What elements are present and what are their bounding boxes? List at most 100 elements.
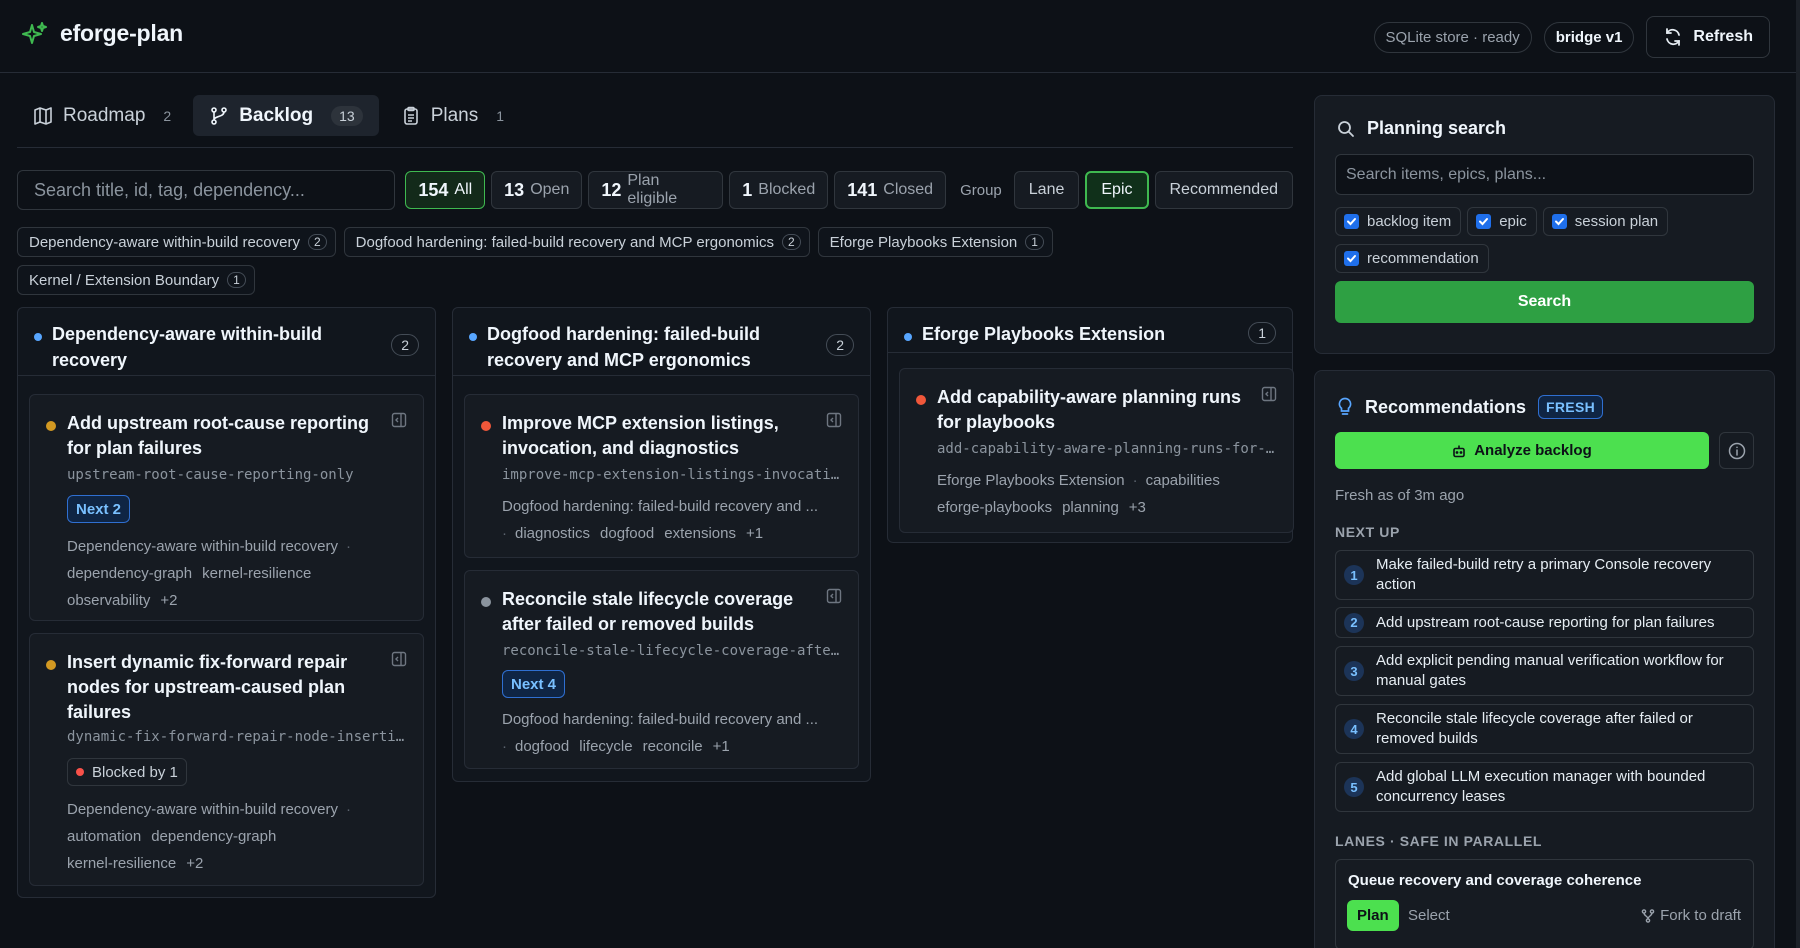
brand: eforge-plan — [22, 20, 183, 47]
recommendation-item[interactable]: 2 Add upstream root-cause reporting for … — [1335, 607, 1754, 638]
robot-icon — [1452, 444, 1466, 458]
fresh-badge: FRESH — [1538, 395, 1603, 419]
select-button[interactable]: Select — [1408, 900, 1450, 931]
column-header: Eforge Playbooks Extension 1 — [888, 308, 1292, 353]
tag: kernel-resilience — [67, 855, 177, 872]
type-checkbox-backlog-item[interactable]: backlog item — [1335, 207, 1462, 236]
fork-to-draft-button[interactable]: Fork to draft — [1641, 900, 1741, 931]
type-checkbox-recommendation[interactable]: recommendation — [1335, 244, 1489, 273]
status-chip-closed[interactable]: 141 Closed — [834, 171, 947, 209]
tab-backlog[interactable]: Backlog 13 — [193, 95, 379, 136]
tag: kernel-resilience — [202, 565, 312, 582]
search-button[interactable]: Search — [1335, 281, 1754, 323]
panel-header: Planning search — [1337, 118, 1506, 139]
open-panel-icon[interactable] — [826, 412, 842, 428]
blocked-label: Blocked by 1 — [92, 763, 178, 781]
epic-chip[interactable]: Dependency-aware within-build recovery 2 — [17, 227, 336, 257]
backlog-card[interactable]: Reconcile stale lifecycle coverage after… — [464, 570, 859, 769]
recommendation-item[interactable]: 1 Make failed-build retry a primary Cons… — [1335, 550, 1754, 600]
search-icon — [1337, 120, 1355, 138]
backlog-card[interactable]: Insert dynamic fix-forward repair nodes … — [29, 633, 424, 886]
column-count: 2 — [391, 334, 419, 356]
column-count: 2 — [826, 334, 854, 356]
tab-plans[interactable]: Plans 1 — [385, 95, 520, 136]
checkbox-label: session plan — [1574, 213, 1659, 230]
card-meta: Dogfood hardening: failed-build recovery… — [502, 711, 819, 755]
recommendation-text: Add explicit pending manual verification… — [1376, 652, 1724, 689]
tag: dependency-graph — [151, 828, 277, 845]
type-checkbox-session-plan[interactable]: session plan — [1542, 207, 1669, 236]
checkbox-label: backlog item — [1367, 213, 1452, 230]
refresh-label: Refresh — [1693, 28, 1753, 45]
checkbox-label: recommendation — [1367, 250, 1479, 267]
card-epic: Eforge Playbooks Extension — [937, 472, 1125, 489]
tag: reconcile — [642, 738, 703, 755]
scrollbar[interactable] — [1796, 0, 1800, 948]
status-chip-plan-eligible[interactable]: 12 Plan eligible — [588, 171, 724, 209]
recommendation-text: Add upstream root-cause reporting for pl… — [1376, 613, 1715, 631]
tab-label: Roadmap — [63, 104, 146, 126]
type-checkbox-epic[interactable]: epic — [1467, 207, 1537, 236]
priority-dot — [46, 660, 56, 670]
backlog-search-input[interactable]: Search title, id, tag, dependency... — [17, 170, 396, 210]
lane-card: Queue recovery and coverage coherence Pl… — [1335, 859, 1754, 948]
epic-chip-count: 2 — [781, 234, 801, 250]
column-header: Dogfood hardening: failed-build recovery… — [453, 308, 870, 376]
more-tags: +1 — [712, 738, 730, 755]
card-title: Add upstream root-cause reporting for pl… — [67, 413, 370, 458]
planning-search-input[interactable]: Search items, epics, plans... — [1335, 154, 1754, 195]
epic-chip-label: Dogfood hardening: failed-build recovery… — [355, 233, 774, 251]
checkbox-checked-icon — [1344, 251, 1359, 266]
epic-filter-chips: Dependency-aware within-build recovery 2… — [17, 227, 1217, 295]
fork-label: Fork to draft — [1660, 907, 1741, 924]
open-panel-icon[interactable] — [391, 412, 407, 428]
backlog-card[interactable]: Add capability-aware planning runs for p… — [899, 368, 1294, 533]
recommendation-item[interactable]: 5 Add global LLM execution manager with … — [1335, 762, 1754, 812]
group-option-recommended[interactable]: Recommended — [1154, 171, 1293, 209]
lane-title: Queue recovery and coverage coherence — [1348, 872, 1642, 889]
column-title: Dependency-aware within-build recovery — [52, 324, 323, 370]
map-icon — [33, 106, 53, 126]
status-chip-open[interactable]: 13 Open — [491, 171, 583, 209]
card-epic: Dependency-aware within-build recovery — [67, 538, 338, 555]
epic-chip[interactable]: Eforge Playbooks Extension 1 — [817, 227, 1053, 257]
open-panel-icon[interactable] — [826, 588, 842, 604]
tab-roadmap[interactable]: Roadmap 2 — [17, 95, 187, 136]
status-chip-blocked[interactable]: 1 Blocked — [729, 171, 829, 209]
open-panel-icon[interactable] — [391, 651, 407, 667]
recommendation-item[interactable]: 3 Add explicit pending manual verificati… — [1335, 646, 1754, 696]
info-icon — [1728, 442, 1746, 460]
epic-chip-label: Dependency-aware within-build recovery — [29, 233, 300, 251]
next-badge: Next 4 — [502, 670, 566, 698]
tag: extensions — [664, 525, 736, 542]
epic-chip[interactable]: Kernel / Extension Boundary 1 — [17, 265, 255, 295]
backlog-card[interactable]: Improve MCP extension listings, invocati… — [464, 394, 859, 558]
analyze-backlog-button[interactable]: Analyze backlog — [1335, 432, 1709, 469]
chip-count: 141 — [847, 179, 878, 200]
bridge-version-pill: bridge v1 — [1543, 21, 1635, 53]
epic-chip-label: Kernel / Extension Boundary — [29, 271, 220, 289]
card-epic: Dependency-aware within-build recovery — [67, 801, 338, 818]
tab-label: Backlog — [239, 104, 314, 126]
column-header: Dependency-aware within-build recovery 2 — [18, 308, 435, 376]
refresh-button[interactable]: Refresh — [1646, 16, 1770, 58]
plan-button[interactable]: Plan — [1347, 900, 1399, 931]
open-panel-icon[interactable] — [1261, 386, 1277, 402]
git-branch-icon — [209, 106, 229, 126]
recommendation-item[interactable]: 4 Reconcile stale lifecycle coverage aft… — [1335, 704, 1754, 754]
epic-chip[interactable]: Dogfood hardening: failed-build recovery… — [343, 227, 810, 257]
blocked-dot — [76, 768, 84, 776]
tag: observability — [67, 592, 151, 609]
card-meta: Dependency-aware within-build recovery · … — [67, 801, 351, 872]
rank-number: 5 — [1344, 777, 1364, 797]
info-button[interactable] — [1719, 432, 1754, 469]
card-title: Insert dynamic fix-forward repair nodes … — [67, 652, 348, 722]
group-option-lane[interactable]: Lane — [1013, 171, 1080, 209]
priority-dot — [481, 597, 491, 607]
blocked-badge: Blocked by 1 — [67, 758, 187, 786]
column-title: Dogfood hardening: failed-build recovery… — [487, 324, 760, 370]
backlog-card[interactable]: Add upstream root-cause reporting for pl… — [29, 394, 424, 621]
status-chip-all[interactable]: 154 All — [405, 171, 486, 209]
tag: dependency-graph — [67, 565, 193, 582]
group-option-epic[interactable]: Epic — [1085, 171, 1149, 209]
